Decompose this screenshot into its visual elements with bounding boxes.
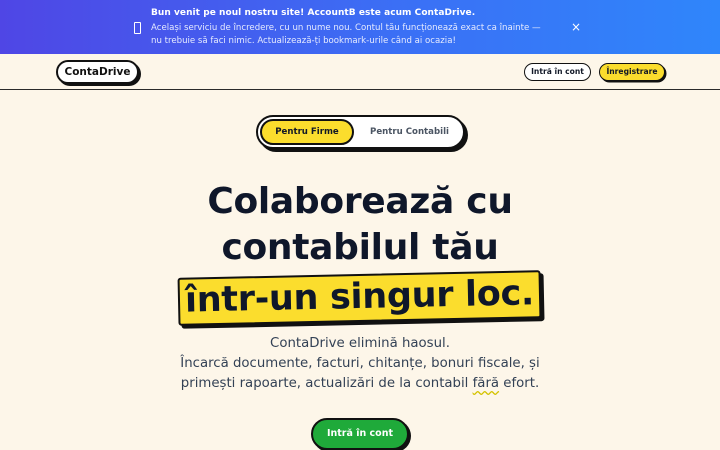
subtitle-text: primești rapoarte, actualizări de la con… [180,376,473,391]
hero-subtitle-line3: primești rapoarte, actualizări de la con… [0,376,720,391]
banner-title: Bun venit pe noul nostru site! AccountB … [151,8,476,18]
subtitle-underlined-word: fără [472,376,500,391]
hero-headline-line2: contabilul tău [221,227,499,268]
cta-login-button[interactable]: Intră în cont [311,418,409,450]
audience-toggle: Pentru Firme Pentru Contabili [256,115,465,149]
subtitle-text-end: efort. [499,376,540,391]
login-button[interactable]: Intră în cont [524,63,591,81]
phone-icon [134,22,141,34]
announcement-banner: Bun venit pe noul nostru site! AccountB … [0,0,720,54]
close-icon[interactable]: × [570,20,582,34]
toggle-contabili-button[interactable]: Pentru Contabili [358,119,461,145]
register-button[interactable]: Înregistrare [599,63,665,81]
hero-subtitle-line2: Încarcă documente, facturi, chitanțe, bo… [180,356,540,371]
banner-text: Același serviciu de încredere, cu un num… [151,23,541,46]
hero-subtitle-line1: ContaDrive elimină haosul. [270,336,450,351]
hero-headline-line1: Colaborează cu [207,181,513,222]
logo[interactable]: ContaDrive [56,60,139,84]
hero-highlight: într-un singur loc. [177,270,542,326]
toggle-firme-button[interactable]: Pentru Firme [260,119,354,145]
